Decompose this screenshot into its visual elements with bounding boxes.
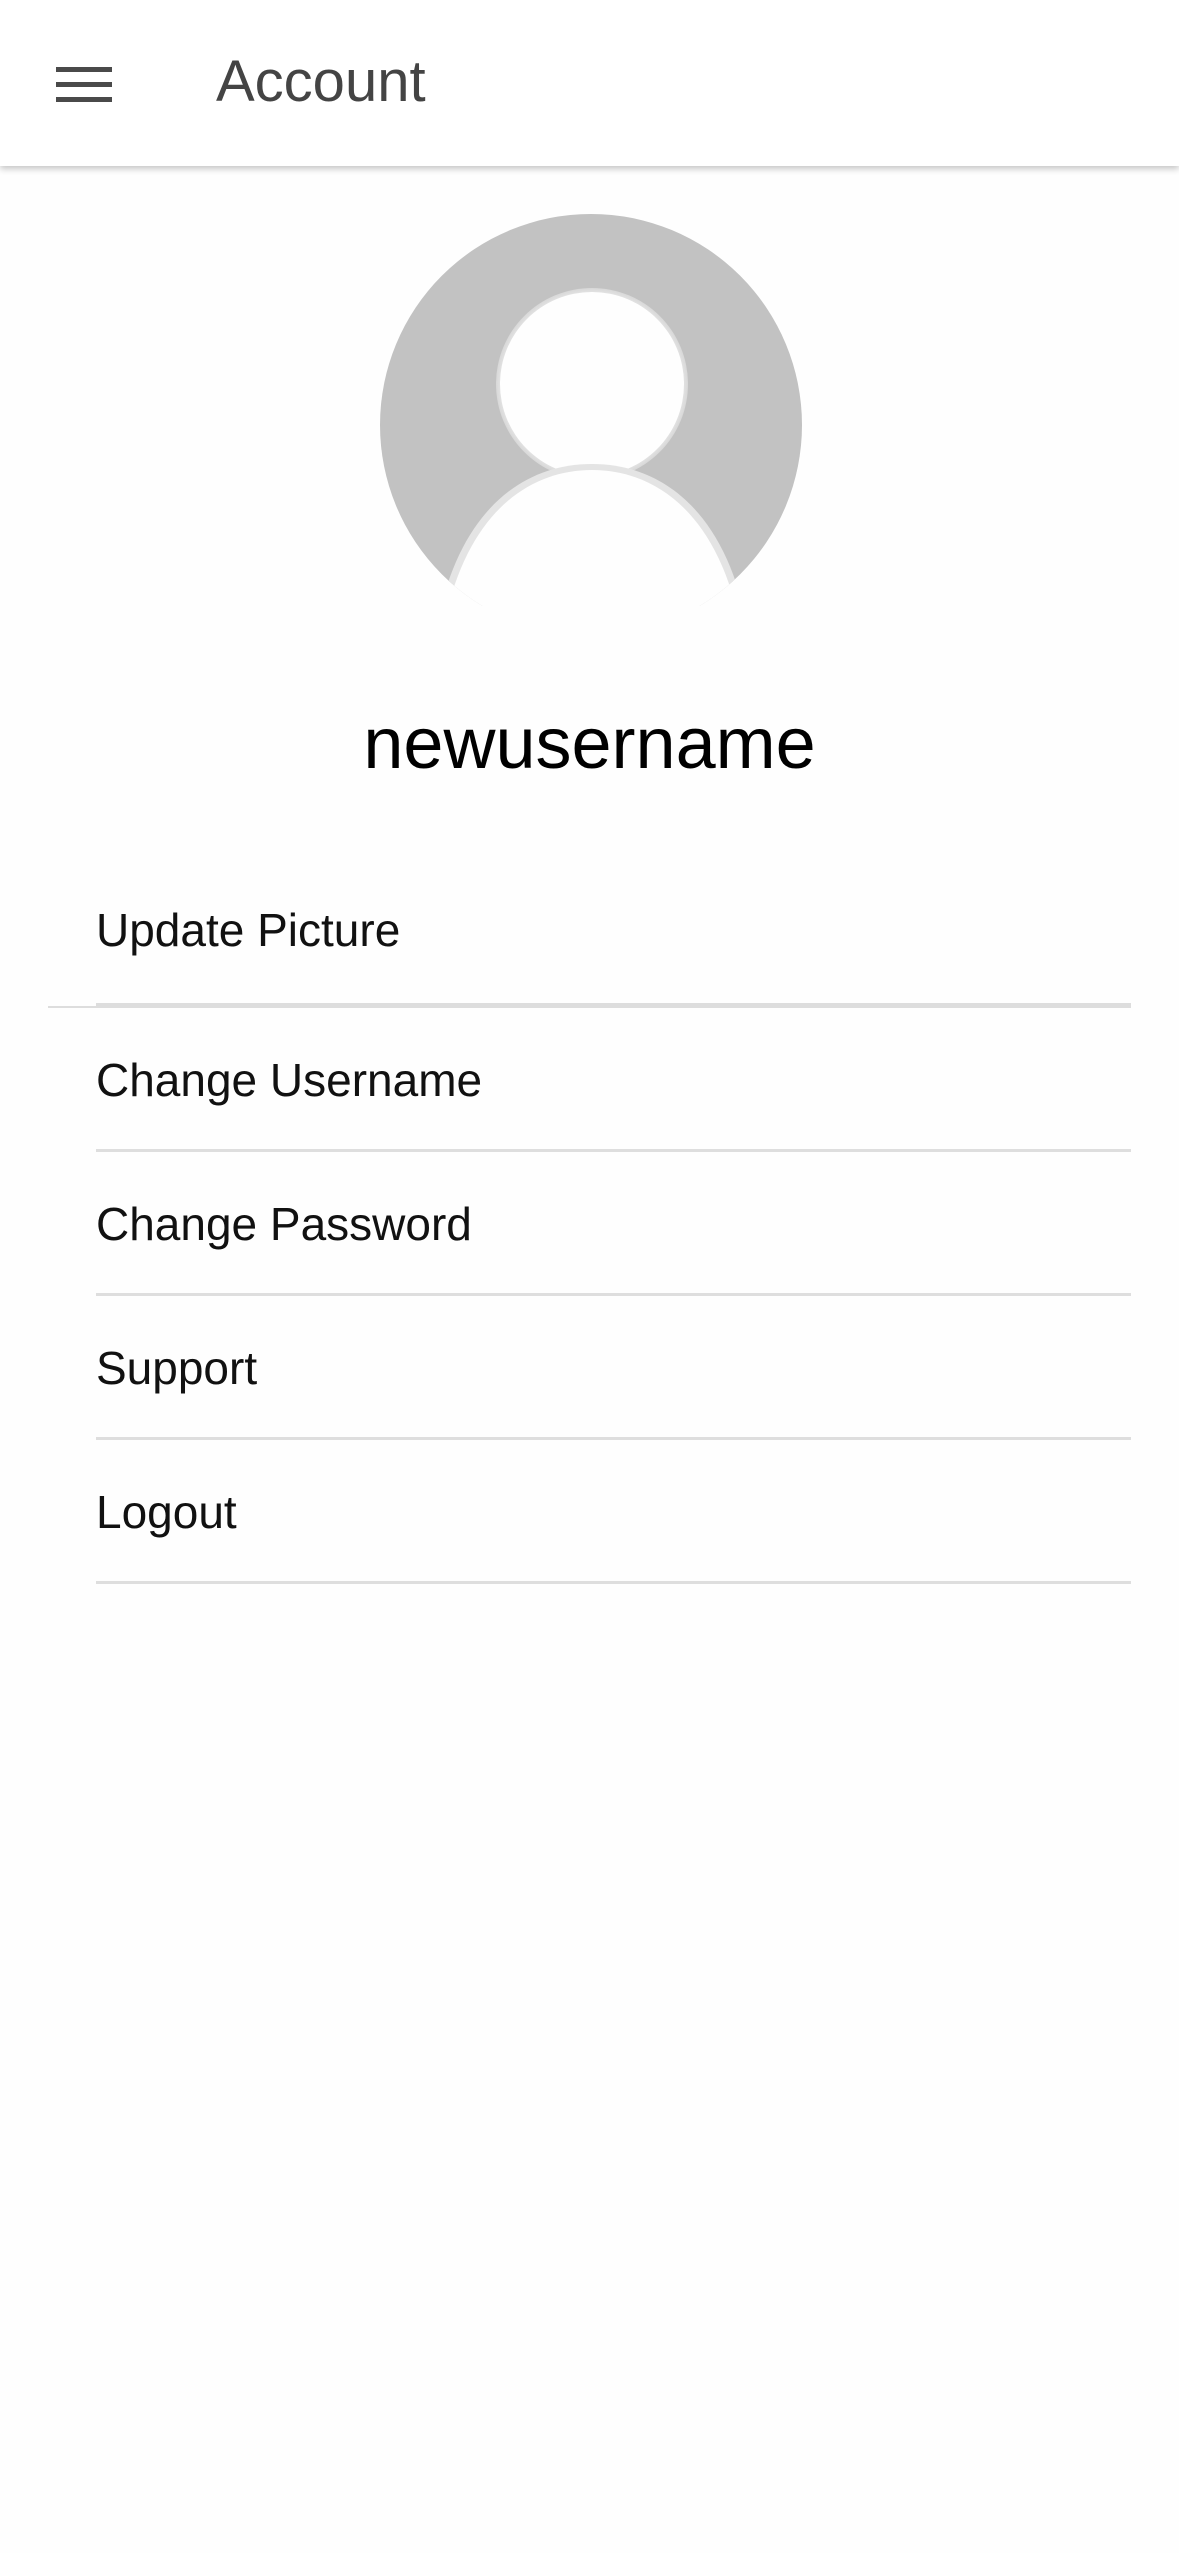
app-header: Account <box>0 0 1179 166</box>
page-title: Account <box>216 49 426 114</box>
avatar <box>380 214 802 636</box>
support-label: Support <box>96 1342 258 1394</box>
change-username-label: Change Username <box>96 1054 483 1106</box>
default-user-avatar-icon <box>380 214 802 640</box>
update-picture-label: Update Picture <box>96 904 401 956</box>
change-password-label: Change Password <box>96 1198 472 1250</box>
support-item[interactable]: Support <box>0 1296 1179 1440</box>
account-page: Account newusername Update Picture Chang… <box>0 0 1179 2553</box>
change-username-item[interactable]: Change Username <box>0 1008 1179 1152</box>
hamburger-menu-icon <box>56 67 112 103</box>
username-text: newusername <box>363 704 816 784</box>
change-password-item[interactable]: Change Password <box>0 1152 1179 1296</box>
account-menu-list: Update Picture Change Username Change Pa… <box>0 858 1179 1584</box>
logout-label: Logout <box>96 1486 237 1538</box>
divider <box>96 1581 1131 1584</box>
menu-button[interactable] <box>28 45 140 125</box>
logout-item[interactable]: Logout <box>0 1440 1179 1584</box>
update-picture-item[interactable]: Update Picture <box>0 858 1179 1008</box>
